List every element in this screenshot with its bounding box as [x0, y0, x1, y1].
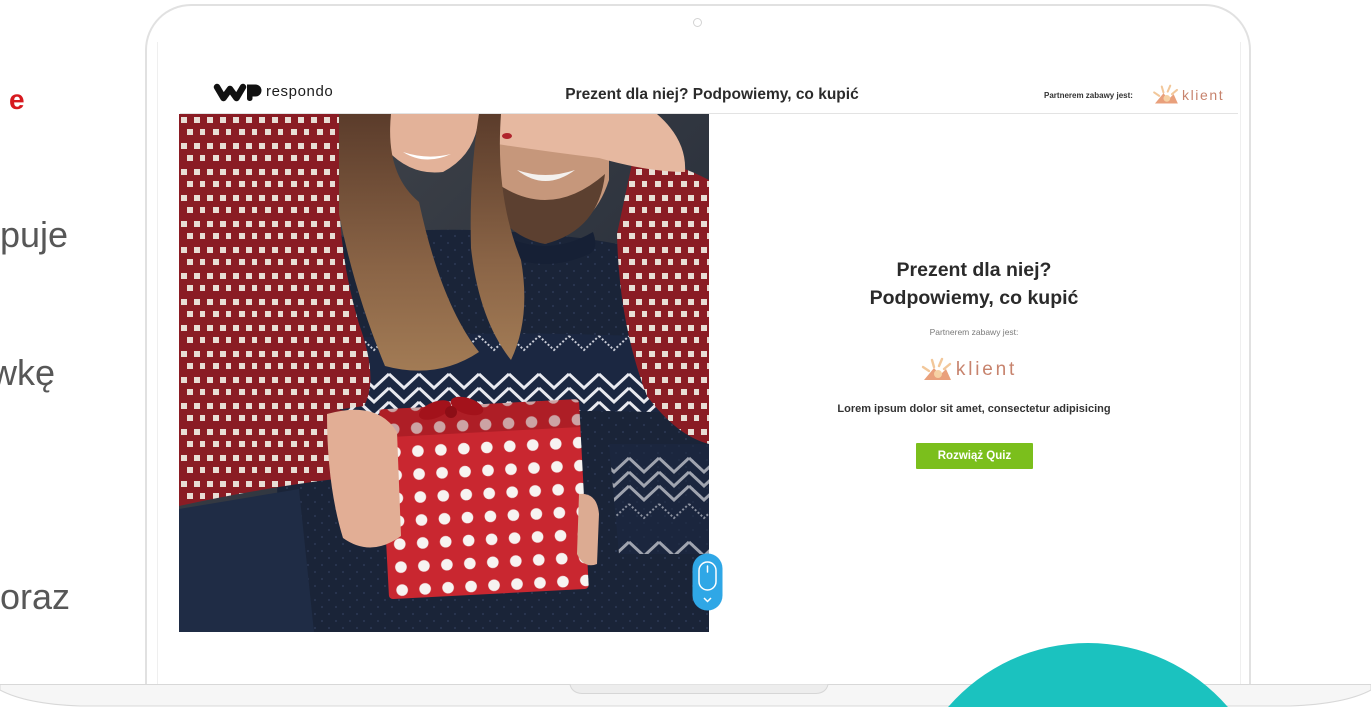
teal-circle-shape — [948, 643, 1228, 707]
intro-title: Prezent dla niej? Podpowiemy, co kupić — [709, 256, 1239, 312]
wp-logo-p-bowl — [247, 84, 262, 97]
gift-box — [379, 399, 589, 600]
klient-logo-sun — [1163, 95, 1171, 102]
background-heading-fragment: e — [9, 84, 25, 115]
wp-logo-w — [213, 83, 247, 102]
brand-name[interactable]: respondo — [266, 82, 333, 102]
scroll-mouse-icon[interactable] — [692, 553, 723, 611]
background-text-fragment: puje — [0, 214, 69, 255]
camera-dot-icon — [693, 18, 702, 27]
sweater-lower-band — [609, 444, 709, 554]
background-text-clip: wkę — [0, 355, 80, 397]
decorative-teal-circle — [948, 643, 1228, 707]
intro-partner-name: klient — [955, 359, 1018, 380]
fingers-on-gift — [577, 493, 599, 566]
laptop-base-notch — [569, 684, 829, 694]
klient-logo-icon — [921, 357, 952, 380]
header-partner-logo[interactable]: klient — [1152, 84, 1224, 106]
intro-partner-label: Partnerem zabawy jest: — [929, 327, 1019, 337]
background-text-fragment: wkę — [0, 355, 56, 393]
intro-title-line-1: Prezent dla niej? — [896, 259, 1052, 281]
intro-partner-logo[interactable]: klient — [704, 357, 1234, 383]
intro-title-line-2: Podpowiemy, co kupić — [869, 287, 1079, 309]
intro-description: Lorem ipsum dolor sit amet, consectetur … — [837, 403, 1111, 415]
jeans — [179, 489, 314, 632]
wp-logo-icon[interactable] — [213, 82, 263, 103]
header-partner-label: Partnerem zabawy jest: — [1044, 91, 1133, 100]
page-title: Prezent dla niej? Podpowiemy, co kupić — [565, 86, 859, 103]
klient-logo-icon — [1153, 84, 1179, 104]
fingernail — [502, 133, 512, 139]
klient-logo-sun — [933, 370, 942, 378]
gift-bow-knot — [445, 406, 457, 418]
hero-photo — [179, 114, 709, 632]
header-partner-name: klient — [1182, 87, 1225, 103]
start-quiz-button[interactable]: Rozwiąż Quiz — [916, 443, 1033, 469]
background-text-fragment: oraz — [0, 576, 71, 617]
